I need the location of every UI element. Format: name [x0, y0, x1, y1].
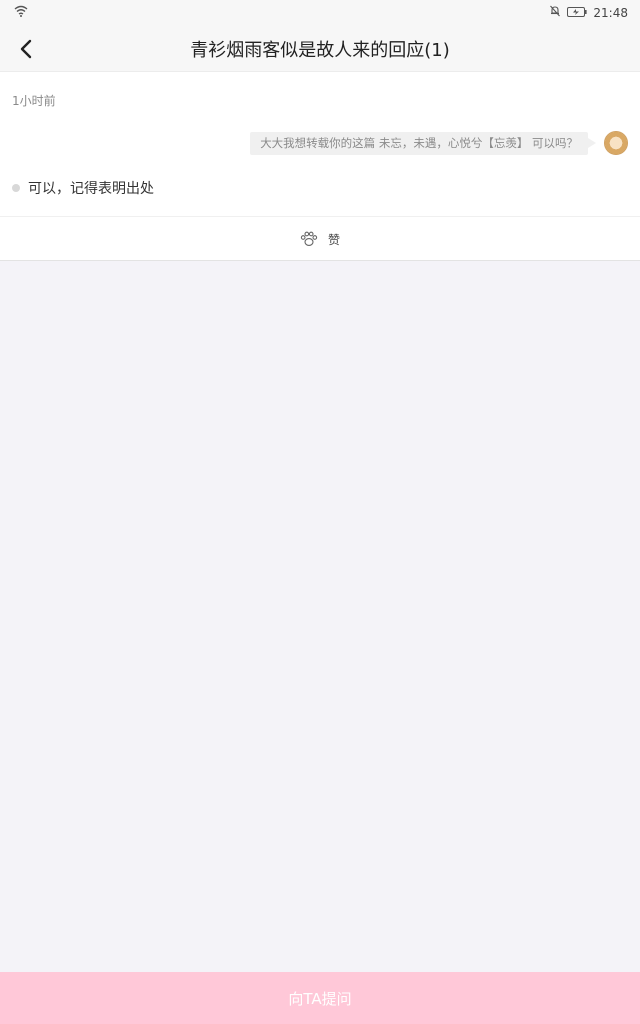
question-bubble: 大大我想转载你的这篇 未忘，未遇，心悦兮【忘羡】 可以吗？ — [250, 132, 596, 155]
like-button[interactable]: 赞 — [0, 217, 640, 261]
answer-dot — [12, 184, 20, 192]
page-title: 青衫烟雨客似是故人来的回应(1) — [190, 40, 450, 61]
bell-off-icon — [549, 5, 561, 20]
clock: 21:48 — [593, 5, 628, 20]
avatar[interactable] — [604, 131, 628, 155]
nav-bar: 青衫烟雨客似是故人来的回应(1) — [0, 26, 640, 72]
answer-text: 可以，记得表明出处 — [28, 181, 154, 197]
answer-card: 1小时前 大大我想转载你的这篇 未忘，未遇，心悦兮【忘羡】 可以吗？ 可以，记得… — [0, 72, 640, 261]
battery-charging-icon — [567, 6, 588, 20]
status-bar: 21:48 — [0, 0, 640, 26]
like-label: 赞 — [327, 232, 340, 247]
ask-question-button[interactable]: 向TA提问 — [0, 972, 640, 1024]
answer-row: 可以，记得表明出处 — [12, 178, 154, 198]
paw-icon — [300, 231, 318, 247]
timestamp: 1小时前 — [12, 94, 56, 108]
wifi-icon — [14, 5, 28, 20]
